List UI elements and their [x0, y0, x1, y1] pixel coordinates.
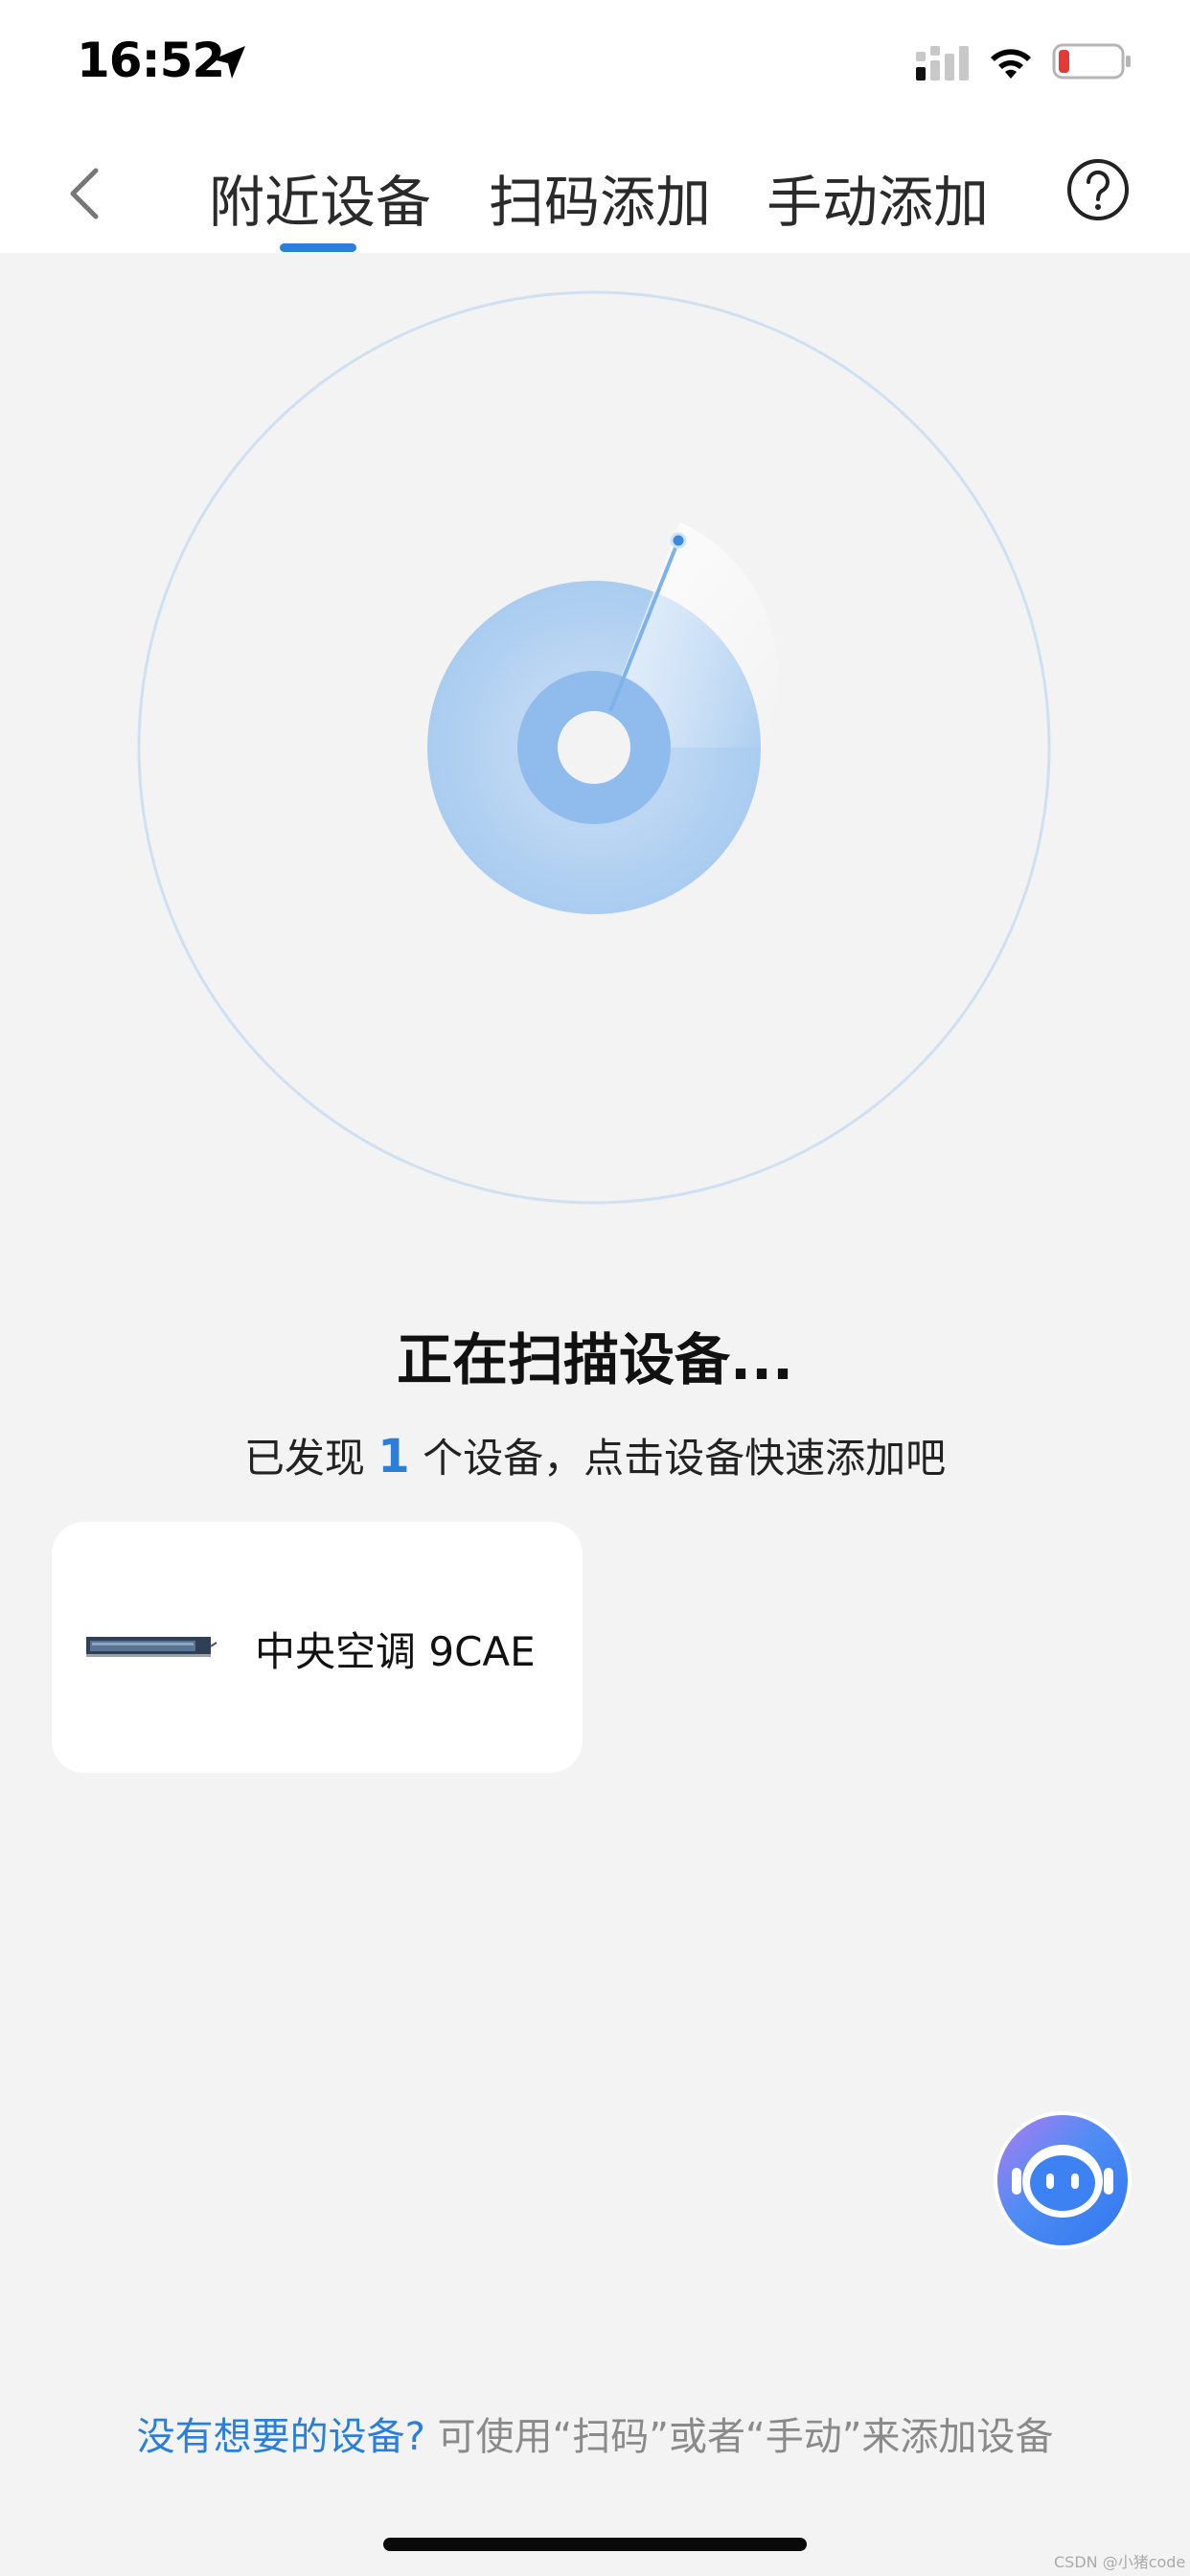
device-name: 中央空调 9CAE	[255, 1628, 536, 1675]
add-method-hint: 可使用“扫码”或者“手动”来添加设备	[437, 2415, 1054, 2459]
status-time: 16:52	[77, 33, 225, 88]
battery-low-icon	[1052, 43, 1131, 80]
found-count: 1	[378, 1430, 410, 1484]
active-tab-indicator	[280, 243, 356, 252]
found-suffix: 个设备，点击设备快速添加吧	[423, 1435, 947, 1482]
location-arrow-icon	[213, 46, 245, 79]
scanning-title: 正在扫描设备...	[396, 1327, 794, 1392]
home-indicator	[383, 2538, 807, 2551]
status-bar: 16:52	[0, 0, 1190, 134]
nav-header: 附近设备 扫码添加 手动添加	[0, 134, 1190, 253]
device-card[interactable]: 中央空调 9CAE	[52, 1522, 583, 1773]
wifi-icon	[991, 49, 1031, 79]
back-chevron-icon[interactable]	[57, 163, 115, 224]
found-prefix: 已发现	[243, 1435, 365, 1482]
help-question-icon[interactable]	[1065, 157, 1131, 222]
found-devices-text: 已发现 1 个设备，点击设备快速添加吧	[0, 1426, 1190, 1484]
cellular-signal-icon	[916, 46, 969, 80]
footer-hint: 没有想要的设备? 可使用“扫码”或者“手动”来添加设备	[0, 2405, 1190, 2461]
radar-needle-tip	[670, 532, 687, 549]
assistant-robot-icon[interactable]	[991, 2108, 1134, 2252]
central-ac-unit-icon	[86, 1637, 217, 1657]
radar-scanner	[137, 290, 1051, 1205]
radar-center-hole	[558, 711, 630, 784]
no-device-link[interactable]: 没有想要的设备?	[137, 2415, 425, 2459]
tab-scan-code[interactable]: 扫码添加	[489, 157, 711, 238]
tab-manual-add[interactable]: 手动添加	[767, 157, 989, 238]
tab-nearby-devices[interactable]: 附近设备	[209, 157, 431, 238]
watermark: CSDN @小猪code	[1054, 2553, 1186, 2571]
